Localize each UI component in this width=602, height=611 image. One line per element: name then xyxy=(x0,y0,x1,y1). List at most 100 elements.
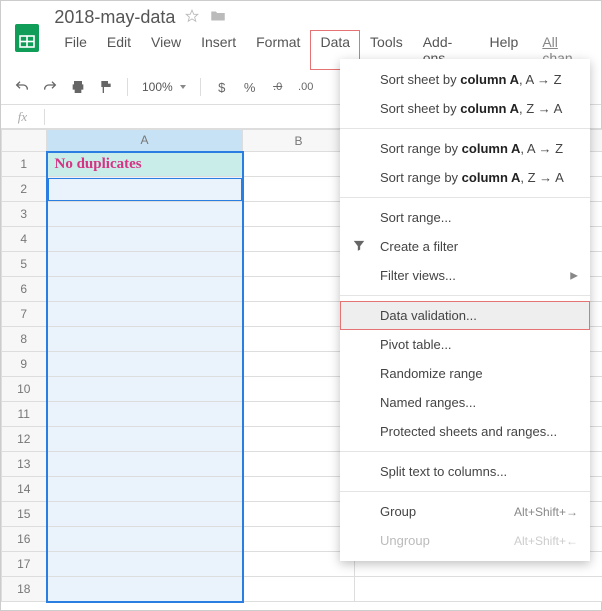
cell-A6[interactable] xyxy=(47,277,243,302)
row-header[interactable]: 2 xyxy=(2,177,47,202)
cell-B6[interactable] xyxy=(243,277,355,302)
menu-edit[interactable]: Edit xyxy=(97,30,141,70)
column-header-A[interactable]: A xyxy=(47,130,243,152)
cell-B7[interactable] xyxy=(243,302,355,327)
cell-B10[interactable] xyxy=(243,377,355,402)
cell-A8[interactable] xyxy=(47,327,243,352)
row-header[interactable]: 13 xyxy=(2,452,47,477)
menu-pivot-table[interactable]: Pivot table... xyxy=(340,330,590,359)
cell-B17[interactable] xyxy=(243,552,355,577)
menu-separator xyxy=(340,295,590,296)
menu-label: Pivot table... xyxy=(380,337,452,352)
row-header[interactable]: 8 xyxy=(2,327,47,352)
menu-sort-range-za[interactable]: Sort range by column A, Z → A xyxy=(340,163,590,192)
select-all-corner[interactable] xyxy=(2,130,47,152)
submenu-arrow-icon: ▶ xyxy=(570,270,578,281)
row-header[interactable]: 18 xyxy=(2,577,47,602)
cell-A9[interactable] xyxy=(47,352,243,377)
cell-A3[interactable] xyxy=(47,202,243,227)
menu-sort-range[interactable]: Sort range... xyxy=(340,203,590,232)
row-header[interactable]: 16 xyxy=(2,527,47,552)
sheets-doc-icon[interactable] xyxy=(9,20,44,56)
cell-B8[interactable] xyxy=(243,327,355,352)
decrease-decimal-button[interactable]: .0 xyxy=(267,76,289,98)
cell-B14[interactable] xyxy=(243,477,355,502)
menu-data-validation[interactable]: Data validation... xyxy=(340,301,590,330)
cell-A16[interactable] xyxy=(47,527,243,552)
cell-B9[interactable] xyxy=(243,352,355,377)
cell-A10[interactable] xyxy=(47,377,243,402)
menu-split-text[interactable]: Split text to columns... xyxy=(340,457,590,486)
cell-B1[interactable] xyxy=(243,152,355,177)
menu-view[interactable]: View xyxy=(141,30,191,70)
menu-label: Data validation... xyxy=(380,308,477,323)
menu-file[interactable]: File xyxy=(54,30,97,70)
row-header[interactable]: 17 xyxy=(2,552,47,577)
menu-sort-sheet-az[interactable]: Sort sheet by column A, A → Z xyxy=(340,65,590,94)
cell-A7[interactable] xyxy=(47,302,243,327)
row-header[interactable]: 3 xyxy=(2,202,47,227)
menu-create-filter[interactable]: Create a filter xyxy=(340,232,590,261)
row-header[interactable]: 4 xyxy=(2,227,47,252)
column-header-B[interactable]: B xyxy=(243,130,355,152)
document-title[interactable]: 2018-may-data xyxy=(54,7,175,28)
menu-sort-range-az[interactable]: Sort range by column A, A → Z xyxy=(340,134,590,163)
row-header[interactable]: 6 xyxy=(2,277,47,302)
cell-A11[interactable] xyxy=(47,402,243,427)
row-header[interactable]: 14 xyxy=(2,477,47,502)
percent-button[interactable]: % xyxy=(239,76,261,98)
row-header[interactable]: 5 xyxy=(2,252,47,277)
shortcut-text: Alt+Shift+← xyxy=(514,534,578,548)
cell-B4[interactable] xyxy=(243,227,355,252)
cell-B15[interactable] xyxy=(243,502,355,527)
menu-group[interactable]: GroupAlt+Shift+→ xyxy=(340,497,590,526)
row-header[interactable]: 10 xyxy=(2,377,47,402)
cell-A14[interactable] xyxy=(47,477,243,502)
cell-B13[interactable] xyxy=(243,452,355,477)
redo-icon[interactable] xyxy=(39,76,61,98)
row-header[interactable]: 1 xyxy=(2,152,47,177)
zoom-value: 100% xyxy=(142,80,173,94)
cell-B18[interactable] xyxy=(243,577,355,602)
cell-A5[interactable] xyxy=(47,252,243,277)
menu-randomize-range[interactable]: Randomize range xyxy=(340,359,590,388)
folder-icon[interactable] xyxy=(209,7,227,28)
cell-A13[interactable] xyxy=(47,452,243,477)
print-icon[interactable] xyxy=(67,76,89,98)
cell-B16[interactable] xyxy=(243,527,355,552)
row-header[interactable]: 11 xyxy=(2,402,47,427)
cell-B2[interactable] xyxy=(243,177,355,202)
cell[interactable] xyxy=(355,577,602,602)
row-header[interactable]: 7 xyxy=(2,302,47,327)
menu-insert[interactable]: Insert xyxy=(191,30,246,70)
cell-A18[interactable] xyxy=(47,577,243,602)
row-header[interactable]: 9 xyxy=(2,352,47,377)
cell-A12[interactable] xyxy=(47,427,243,452)
undo-icon[interactable] xyxy=(11,76,33,98)
paint-format-icon[interactable] xyxy=(95,76,117,98)
cell-A15[interactable] xyxy=(47,502,243,527)
zoom-selector[interactable]: 100% xyxy=(138,80,190,94)
star-icon[interactable] xyxy=(185,9,199,26)
menu-format[interactable]: Format xyxy=(246,30,310,70)
cell-B12[interactable] xyxy=(243,427,355,452)
row-header[interactable]: 15 xyxy=(2,502,47,527)
currency-button[interactable]: $ xyxy=(211,76,233,98)
menu-label: Named ranges... xyxy=(380,395,476,410)
menu-named-ranges[interactable]: Named ranges... xyxy=(340,388,590,417)
cell-A4[interactable] xyxy=(47,227,243,252)
cell-A1[interactable]: No duplicates xyxy=(47,152,243,177)
cell-content: No duplicates xyxy=(49,156,241,173)
filter-icon xyxy=(352,238,366,255)
menu-protected-sheets[interactable]: Protected sheets and ranges... xyxy=(340,417,590,446)
cell-A17[interactable] xyxy=(47,552,243,577)
menu-label: Create a filter xyxy=(380,239,458,254)
cell-B3[interactable] xyxy=(243,202,355,227)
row-header[interactable]: 12 xyxy=(2,427,47,452)
cell-A2[interactable] xyxy=(47,177,243,202)
cell-B11[interactable] xyxy=(243,402,355,427)
cell-B5[interactable] xyxy=(243,252,355,277)
increase-decimal-button[interactable]: .00 xyxy=(295,76,317,98)
menu-filter-views[interactable]: Filter views...▶ xyxy=(340,261,590,290)
menu-sort-sheet-za[interactable]: Sort sheet by column A, Z → A xyxy=(340,94,590,123)
